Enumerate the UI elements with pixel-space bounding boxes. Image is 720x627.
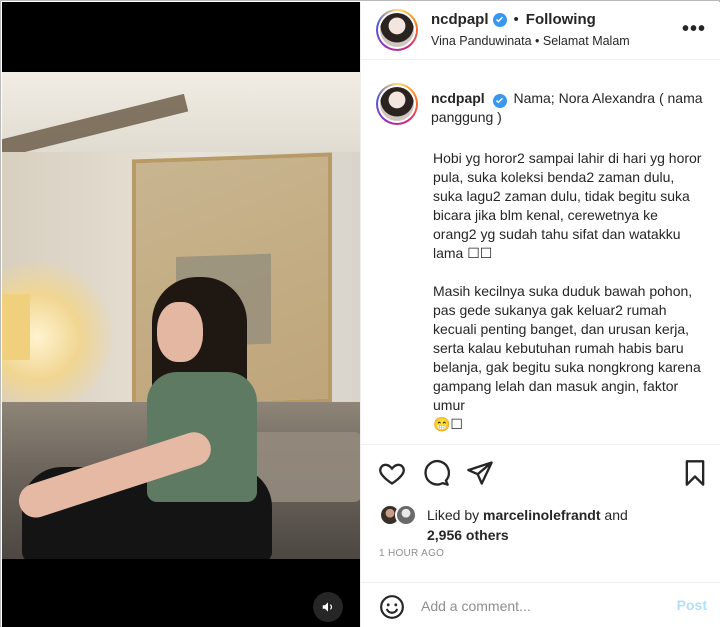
avatar-ring-inner: [378, 85, 416, 123]
caption-header: ncdpapl Nama; Nora Alexandra ( nama pang…: [431, 89, 706, 127]
speaker-icon: [322, 602, 333, 612]
volume-button[interactable]: [313, 592, 343, 622]
likes-others-count[interactable]: 2,956 others: [427, 527, 509, 543]
header-user-row: ncdpapl • Following: [431, 11, 596, 28]
post-photo[interactable]: [2, 72, 360, 559]
author-avatar[interactable]: [376, 9, 418, 51]
post-header: ncdpapl • Following Vina Panduwinata • S…: [361, 2, 720, 60]
verified-badge-icon: [492, 12, 507, 27]
likes-section: Liked by marcelinolefrandt and 2,956 oth…: [361, 498, 720, 545]
caption-section: ncdpapl Nama; Nora Alexandra ( nama pang…: [361, 61, 720, 444]
avatar-ring-inner: [378, 11, 416, 49]
post-timestamp[interactable]: 1 HOUR AGO: [379, 548, 444, 559]
header-separator: •: [513, 11, 519, 28]
author-username[interactable]: ncdpapl: [431, 11, 489, 28]
avatar-image: [380, 87, 414, 121]
heart-icon[interactable]: [378, 459, 406, 487]
photo-lampshade: [2, 294, 30, 360]
bookmark-icon[interactable]: [681, 459, 709, 487]
comment-bar: Post: [361, 582, 720, 627]
comment-input[interactable]: [421, 595, 661, 617]
likes-prefix: Liked by: [427, 507, 484, 523]
caption-username[interactable]: ncdpapl: [431, 90, 485, 106]
audio-subtitle[interactable]: Vina Panduwinata • Selamat Malam: [431, 34, 630, 48]
likes-text: Liked by marcelinolefrandt and 2,956 oth…: [427, 505, 707, 545]
post-side-panel: ncdpapl • Following Vina Panduwinata • S…: [360, 2, 720, 627]
likes-suffix: and: [600, 507, 628, 523]
liker-username[interactable]: marcelinolefrandt: [483, 507, 600, 523]
caption-author-avatar[interactable]: [376, 83, 418, 125]
post-media[interactable]: [2, 2, 360, 627]
post-comment-button[interactable]: Post: [677, 597, 707, 613]
verified-badge-icon: [492, 93, 507, 108]
caption-body: Hobi yg horor2 sampai lahir di hari yg h…: [433, 150, 702, 432]
avatar-image: [380, 13, 414, 47]
following-button[interactable]: Following: [526, 11, 596, 28]
post-modal: ncdpapl • Following Vina Panduwinata • S…: [0, 0, 720, 627]
action-bar: [361, 444, 720, 504]
more-options-icon[interactable]: •••: [682, 19, 706, 39]
liker-avatars[interactable]: [379, 504, 421, 526]
liker-avatar[interactable]: [395, 504, 417, 526]
photo-person-face: [157, 302, 203, 362]
comment-icon[interactable]: [422, 459, 450, 487]
smiley-icon[interactable]: [379, 594, 405, 620]
paper-plane-icon[interactable]: [466, 459, 494, 487]
